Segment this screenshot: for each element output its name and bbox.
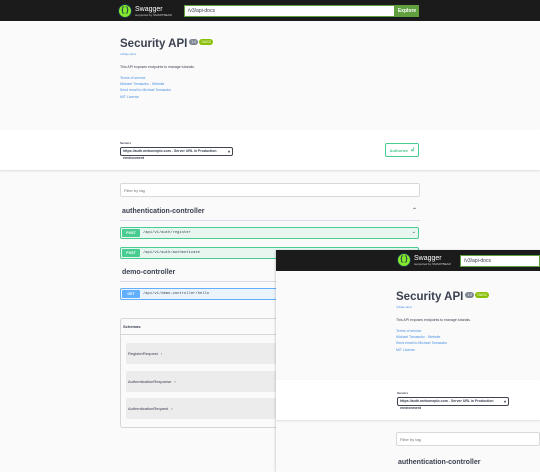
method-badge: POST [122, 229, 140, 237]
topbar: {} Swagger supported by SMARTBEAR Explor… [0, 0, 540, 21]
model-name: RegisterRequest [128, 351, 158, 356]
api-description: This API exposes endpoints to manage tut… [120, 65, 195, 69]
server-select[interactable]: https://auth.mebomeplo.com - Server URL … [120, 147, 233, 160]
tag-name: demo-controller [122, 269, 176, 276]
method-badge: POST [122, 249, 140, 257]
model-name: AuthenticationResponse [128, 379, 172, 384]
model-authentication-response[interactable]: AuthenticationResponse › [126, 371, 277, 392]
explore-button[interactable]: Explore [395, 5, 419, 17]
title-row: Security API 1.0 OAS3 [396, 291, 536, 303]
logo-sub: supported by SMARTBEAR [414, 261, 451, 266]
logo-name: Swagger [414, 254, 442, 262]
tag-authentication-controller[interactable]: authentication-controller ⌃ [120, 207, 420, 221]
chevron-down-icon: ▾ [227, 149, 230, 154]
tag-authentication-controller[interactable]: authentication-controller [398, 459, 480, 466]
filter-by-tag-input[interactable] [396, 432, 540, 446]
schemas-title[interactable]: Schemas [123, 324, 141, 329]
spec-link[interactable]: /v3/api-docs [396, 305, 536, 309]
logo-text: Swagger supported by SMARTBEAR [414, 255, 451, 266]
logo-sub: supported by SMARTBEAR [135, 12, 172, 17]
model-register-request[interactable]: RegisterRequest › [126, 343, 277, 364]
logo-name: Swagger [135, 5, 163, 13]
operation-post-register[interactable]: POST /api/v1/auth/register ⌄ [120, 227, 419, 239]
api-info: Security API 1.0 OAS3 /v3/api-docs This … [396, 291, 536, 353]
model-label: AuthenticationRequest › [128, 406, 173, 411]
swagger-logo[interactable]: {} Swagger supported by SMARTBEAR [118, 3, 172, 19]
api-description: This API exposes endpoints to manage tut… [396, 318, 471, 322]
chevron-right-icon: › [174, 379, 176, 384]
authorize-button[interactable]: Authorize 🔓︎ [385, 143, 419, 157]
chevron-down-icon: ▾ [503, 399, 506, 404]
info-links: Terms of service Michael Tomaszko - Webs… [120, 75, 420, 100]
swagger-logo[interactable]: {} Swagger supported by SMARTBEAR [397, 253, 451, 267]
chevron-right-icon: › [171, 406, 173, 411]
license-link[interactable]: MIT License [120, 94, 420, 100]
model-label: RegisterRequest › [128, 351, 162, 356]
swagger-logo-icon: {} [397, 253, 411, 267]
lock-icon: 🔓︎ [411, 147, 415, 153]
filter-by-tag-input[interactable] [120, 183, 420, 197]
oas-badge: OAS3 [475, 292, 489, 298]
operation-path: /api/v1/demo-controller/hello [143, 292, 210, 296]
chevron-down-icon: ⌄ [411, 229, 416, 235]
license-link[interactable]: MIT License [396, 347, 536, 353]
page-title: Security API [120, 38, 188, 50]
api-url-input[interactable] [460, 255, 540, 267]
oas-badge: OAS3 [199, 39, 213, 45]
api-url-input[interactable] [184, 5, 395, 17]
servers-label: Servers [397, 391, 409, 395]
swagger-logo-icon: {} [118, 4, 132, 18]
version-badge: 1.0 [465, 292, 475, 298]
swagger-window-overlay: {} Swagger supported by SMARTBEAR Securi… [276, 250, 540, 472]
method-badge: GET [122, 290, 140, 298]
model-label: AuthenticationResponse › [128, 379, 176, 384]
chevron-right-icon: › [160, 351, 163, 356]
info-links: Terms of service Michael Tomaszko - Webs… [396, 328, 536, 353]
title-row: Security API 1.0 OAS3 [120, 38, 420, 50]
model-authentication-request[interactable]: AuthenticationRequest › [126, 398, 277, 419]
model-name: AuthenticationRequest [128, 406, 169, 411]
servers-label: Servers [120, 141, 132, 145]
operation-path: /api/v1/auth/register [143, 231, 191, 235]
spec-link[interactable]: /v3/api-docs [120, 52, 420, 56]
chevron-up-icon: ⌃ [411, 208, 417, 214]
page-title: Security API [396, 291, 464, 303]
scheme-container [0, 130, 540, 170]
server-select[interactable]: https://auth.mebomeplo.com - Server URL … [397, 397, 509, 410]
authorize-label: Authorize [389, 147, 409, 153]
overlay-topbar: {} Swagger supported by SMARTBEAR [276, 250, 540, 271]
version-badge: 1.0 [189, 39, 199, 45]
operation-path: /api/v1/auth/authenticate [143, 251, 200, 255]
api-info: Security API 1.0 OAS3 /v3/api-docs This … [120, 38, 420, 100]
tag-name: authentication-controller [122, 208, 205, 215]
logo-text: Swagger supported by SMARTBEAR [135, 6, 172, 17]
